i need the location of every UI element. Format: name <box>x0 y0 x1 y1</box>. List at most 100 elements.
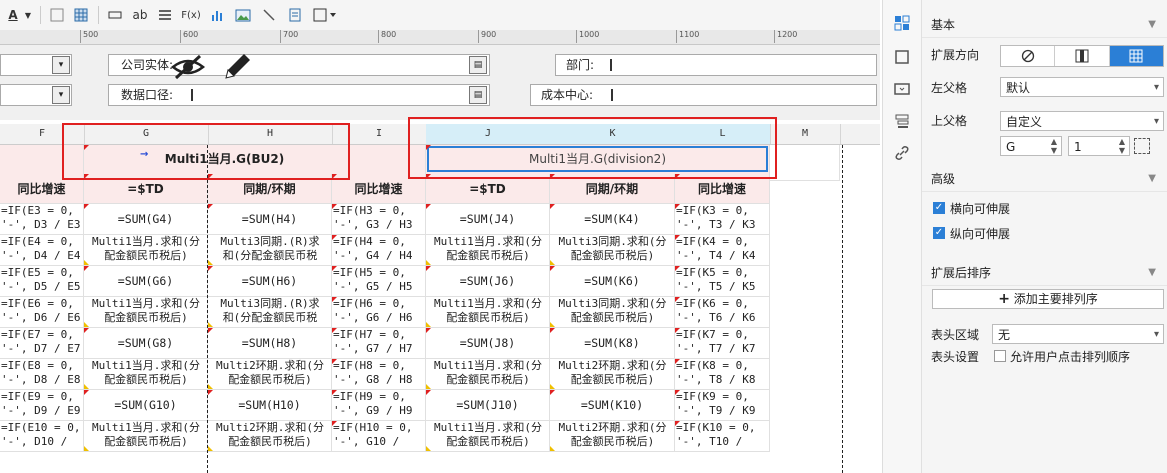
sum-cell[interactable]: =SUM(J10) <box>426 390 550 421</box>
no-expand-icon[interactable] <box>1001 46 1056 66</box>
multi-cell[interactable]: Multi1当月.求和(分 配金额民币税后) <box>426 359 550 390</box>
formula-cell[interactable]: =IF(K4 = 0, '-', T4 / K4 <box>675 235 770 266</box>
data-caliber-field[interactable]: 数据口径: ▤ <box>108 84 490 106</box>
hyperlink-icon[interactable] <box>893 144 911 162</box>
upper-parent-column-stepper[interactable]: G ▲ ▼ <box>1000 136 1062 156</box>
sum-cell[interactable]: =SUM(G6) <box>84 266 208 297</box>
widget-icon[interactable]: ▤ <box>469 56 487 74</box>
sum-cell[interactable]: =SUM(G4) <box>84 204 208 235</box>
formula-cell[interactable]: =IF(H3 = 0, '-', G3 / H3 <box>332 204 426 235</box>
allow-sort-checkbox[interactable] <box>994 350 1006 362</box>
formula-cell[interactable]: =IF(E10 = 0, '-', D10 / <box>0 421 84 452</box>
formula-icon[interactable]: F(x) <box>180 5 202 25</box>
multi-cell[interactable]: Multi1当月.求和(分 配金额民币税后) <box>84 421 208 452</box>
eye-off-icon[interactable] <box>170 53 206 81</box>
multi-cell[interactable]: Multi2环期.求和(分 配金额民币税后) <box>208 359 332 390</box>
section-advanced[interactable]: 高级 ▼ <box>922 166 1167 192</box>
paragraph-icon[interactable] <box>156 5 174 25</box>
section-basic[interactable]: 基本 ▼ <box>922 12 1167 38</box>
left-param-box-top[interactable]: ▾ <box>0 54 72 76</box>
sum-cell[interactable]: =SUM(J8) <box>426 328 550 359</box>
sum-cell[interactable]: =SUM(G10) <box>84 390 208 421</box>
formula-cell[interactable]: =IF(K3 = 0, '-', T3 / K3 <box>675 204 770 235</box>
formula-cell[interactable]: =IF(K5 = 0, '-', T5 / K5 <box>675 266 770 297</box>
upper-parent-row-stepper[interactable]: 1 ▲ ▼ <box>1068 136 1130 156</box>
border-icon[interactable] <box>48 5 66 25</box>
formula-cell[interactable]: =IF(H4 = 0, '-', G4 / H4 <box>332 235 426 266</box>
formula-cell[interactable]: =IF(E4 = 0, '-', D4 / E4 <box>0 235 84 266</box>
formula-cell[interactable]: =IF(E3 = 0, '-', D3 / E3 <box>0 204 84 235</box>
formula-cell[interactable]: =IF(K8 = 0, '-', T8 / K8 <box>675 359 770 390</box>
horizontal-expand-checkbox[interactable]: ✓ <box>933 202 945 214</box>
sum-cell[interactable]: =SUM(G8) <box>84 328 208 359</box>
dropdown-icon[interactable]: ▾ <box>52 56 70 74</box>
formula-cell[interactable]: =IF(H9 = 0, '-', G9 / H9 <box>332 390 426 421</box>
formula-cell[interactable]: =IF(H10 = 0, '-', G10 / <box>332 421 426 452</box>
formula-cell[interactable]: =IF(H5 = 0, '-', G5 / H5 <box>332 266 426 297</box>
formula-cell[interactable]: =IF(K6 = 0, '-', T6 / K6 <box>675 297 770 328</box>
form-icon[interactable] <box>286 5 304 25</box>
multi-cell[interactable]: Multi3同期.求和(分 配金额民币税后) <box>550 235 675 266</box>
header-area-select[interactable]: 无 ▾ <box>992 324 1164 344</box>
widget-icon[interactable]: ▤ <box>469 86 487 104</box>
left-param-box-bottom[interactable]: ▾ <box>0 84 72 106</box>
widget-settings-icon[interactable] <box>893 80 911 98</box>
multi-cell[interactable]: Multi2环期.求和(分 配金额民币税后) <box>550 421 675 452</box>
input-box-icon[interactable] <box>106 5 124 25</box>
shape-icon[interactable] <box>312 5 340 25</box>
condition-icon[interactable] <box>893 112 911 130</box>
formula-cell[interactable]: =IF(H7 = 0, '-', G7 / H7 <box>332 328 426 359</box>
left-parent-select[interactable]: 默认 ▾ <box>1000 77 1164 97</box>
formula-cell[interactable]: =IF(E6 = 0, '-', D6 / E6 <box>0 297 84 328</box>
multi-cell[interactable]: Multi1当月.求和(分 配金额民币税后) <box>84 297 208 328</box>
multi-cell[interactable]: Multi1当月.求和(分 配金额民币税后) <box>426 297 550 328</box>
line-icon[interactable] <box>260 5 278 25</box>
sum-cell[interactable]: =SUM(H6) <box>208 266 332 297</box>
multi-cell[interactable]: Multi1当月.求和(分 配金额民币税后) <box>84 359 208 390</box>
multi-cell[interactable]: Multi2环期.求和(分 配金额民币税后) <box>208 421 332 452</box>
sum-cell[interactable]: =SUM(J6) <box>426 266 550 297</box>
pencil-icon[interactable] <box>222 52 254 82</box>
vertical-expand-checkbox[interactable]: ✓ <box>933 227 945 239</box>
sum-cell[interactable]: =SUM(H4) <box>208 204 332 235</box>
formula-cell[interactable]: =IF(K7 = 0, '-', T7 / K7 <box>675 328 770 359</box>
company-entity-field[interactable]: 公司实体: ▤ <box>108 54 490 76</box>
cross-expand-icon[interactable] <box>1109 46 1163 66</box>
table-icon[interactable] <box>72 5 90 25</box>
sum-cell[interactable]: =SUM(J4) <box>426 204 550 235</box>
multi-cell[interactable]: Multi3同期.求和(分 配金额民币税后) <box>550 297 675 328</box>
upper-parent-select[interactable]: 自定义 ▾ <box>1000 111 1164 131</box>
font-color-icon[interactable]: A <box>4 5 22 25</box>
sum-cell[interactable]: =SUM(K6) <box>550 266 675 297</box>
cost-center-field[interactable]: 成本中心: <box>530 84 877 106</box>
formula-cell[interactable]: =IF(E8 = 0, '-', D8 / E8 <box>0 359 84 390</box>
multi-cell[interactable]: Multi3同期.(R)求 和(分配金额民币税 <box>208 297 332 328</box>
sum-cell[interactable]: =SUM(K4) <box>550 204 675 235</box>
department-field[interactable]: 部门: <box>555 54 877 76</box>
sum-cell[interactable]: =SUM(K10) <box>550 390 675 421</box>
multi-cell[interactable]: Multi3同期.(R)求 和(分配金额民币税 <box>208 235 332 266</box>
image-icon[interactable] <box>234 5 252 25</box>
cell-element-icon[interactable] <box>893 48 911 66</box>
formula-cell[interactable]: =IF(K9 = 0, '-', T9 / K9 <box>675 390 770 421</box>
multi-cell[interactable]: Multi1当月.求和(分 配金额民币税后) <box>84 235 208 266</box>
multi-cell[interactable]: Multi2环期.求和(分 配金额民币税后) <box>550 359 675 390</box>
text-ab-icon[interactable]: ab <box>131 5 149 25</box>
sum-cell[interactable]: =SUM(H10) <box>208 390 332 421</box>
formula-cell[interactable]: =IF(E9 = 0, '-', D9 / E9 <box>0 390 84 421</box>
formula-cell[interactable]: =IF(H6 = 0, '-', G6 / H6 <box>332 297 426 328</box>
add-sort-button[interactable]: + 添加主要排列序 <box>932 289 1164 309</box>
multi-cell[interactable]: Multi1当月.求和(分 配金额民币税后) <box>426 235 550 266</box>
section-sort-after-expand[interactable]: 扩展后排序 ▼ <box>922 260 1167 286</box>
column-header-m[interactable]: M <box>770 124 841 144</box>
formula-cell[interactable]: =IF(E5 = 0, '-', D5 / E5 <box>0 266 84 297</box>
formula-cell[interactable]: =IF(H8 = 0, '-', G8 / H8 <box>332 359 426 390</box>
vertical-expand-icon[interactable] <box>1055 46 1110 66</box>
chevron-down-icon[interactable]: ▼ <box>22 5 34 25</box>
cell[interactable] <box>770 145 840 181</box>
multi-cell[interactable]: Multi1当月.求和(分 配金额民币税后) <box>426 421 550 452</box>
sum-cell[interactable]: =SUM(K8) <box>550 328 675 359</box>
dropdown-icon[interactable]: ▾ <box>52 86 70 104</box>
formula-cell[interactable]: =IF(K10 = 0, '-', T10 / <box>675 421 770 452</box>
chart-icon[interactable] <box>208 5 226 25</box>
